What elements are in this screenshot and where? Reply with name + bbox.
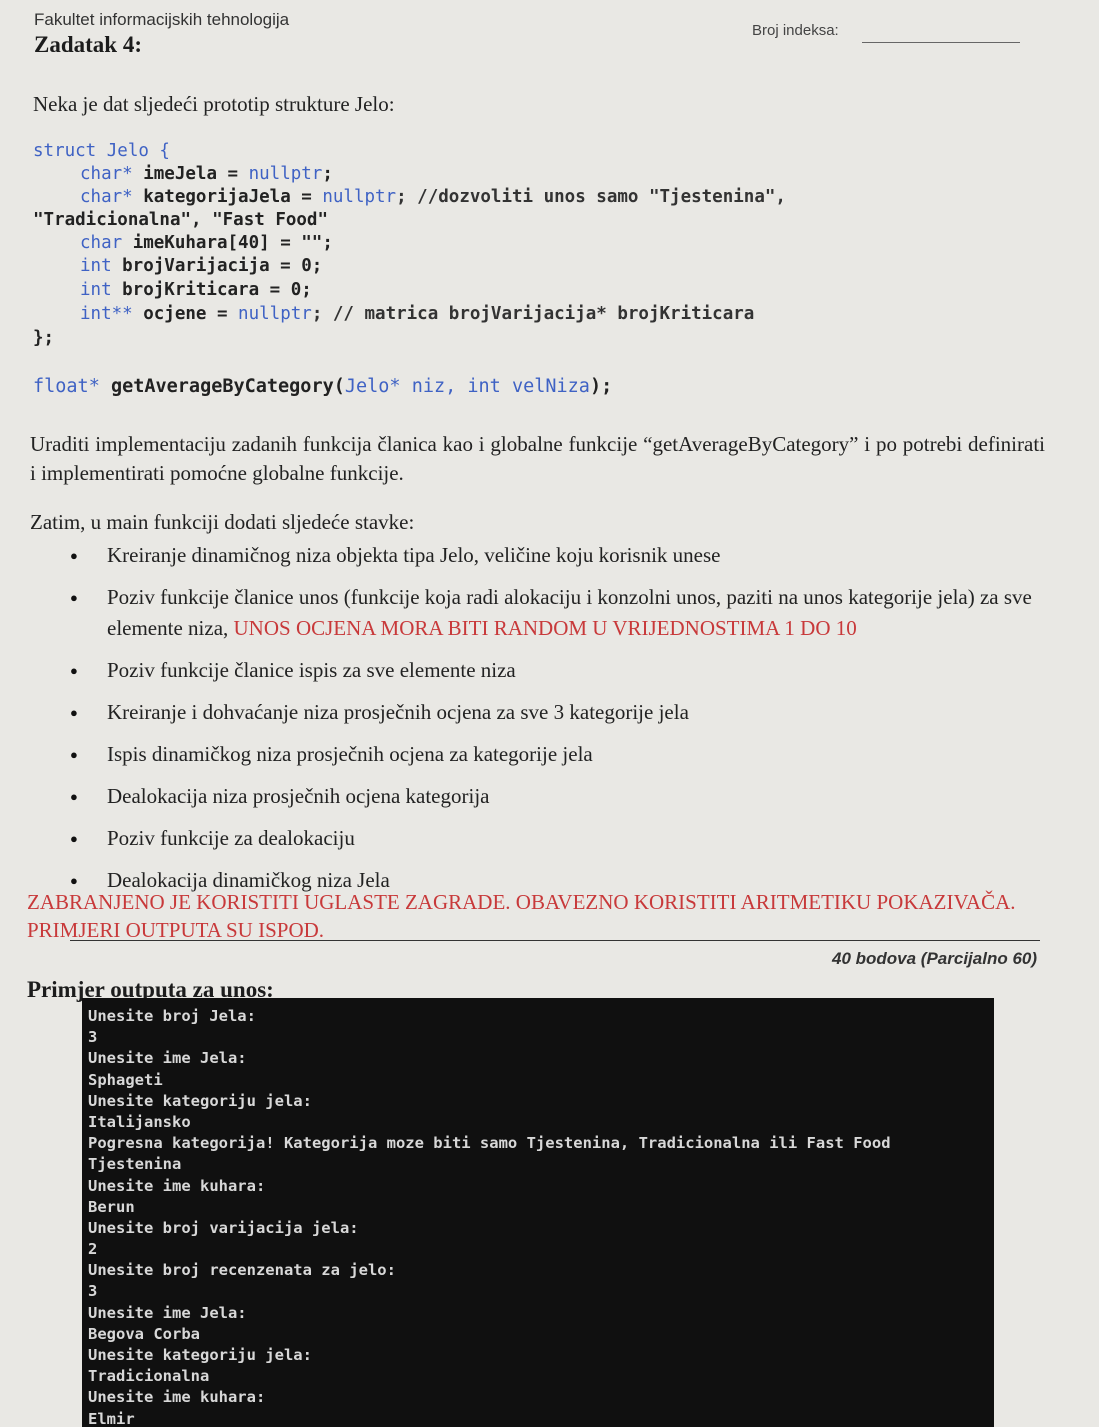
console-line: Begova Corba [88,1324,200,1343]
console-line: Unesite broj varijacija jela: [88,1218,359,1237]
list-item-text: Poziv funkcije članice ispis za sve elem… [107,658,516,682]
code-field-kategorijaJela: char* kategorijaJela = nullptr; //dozvol… [80,187,786,207]
code-keyword: nullptr [238,304,312,324]
divider [70,940,1040,941]
code-comment-continuation: "Tradicionalna", "Fast Food" [33,210,329,230]
list-item-text: Poziv funkcije za dealokaciju [107,826,355,850]
console-line: 2 [88,1240,98,1259]
code-field-imeJela: char* imeJela = nullptr; [80,164,333,184]
code-param: niz, [400,376,468,397]
code-text: kategorijaJela = [132,187,323,207]
code-text: imeKuhara[40] = ""; [122,233,333,253]
list-item-highlight: UNOS OCJENA MORA BITI RANDOM U VRIJEDNOS… [233,616,857,640]
intro-text: Neka je dat sljedeći prototip strukture … [33,92,395,116]
index-number-blank [862,42,1020,43]
console-line: Unesite kategoriju jela: [88,1091,312,1110]
code-field-ocjene: int** ocjene = nullptr; // matrica brojV… [80,304,754,324]
list-item: Kreiranje i dohvaćanje niza prosječnih o… [70,697,1050,728]
console-line: Unesite ime kuhara: [88,1176,266,1195]
code-text: ; [322,164,333,184]
list-item: Poziv funkcije članice unos (funkcije ko… [70,582,1050,644]
console-line: Unesite ime kuhara: [88,1388,266,1407]
code-type: char* [80,187,133,207]
console-line: Unesite kategoriju jela: [88,1346,312,1364]
console-line: Unesite broj recenzenata za jelo: [88,1261,396,1280]
list-item-text: Kreiranje dinamičnog niza objekta tipa J… [107,543,721,567]
console-output: Unesite broj Jela: 3 Unesite ime Jela: S… [82,998,994,1427]
list-item: Poziv funkcije članice ispis za sve elem… [70,655,1050,686]
code-type: Jelo* [344,376,401,397]
task-list: Kreiranje dinamičnog niza objekta tipa J… [70,540,1050,907]
points-label: 40 bodova (Parcijalno 60) [832,949,1038,968]
console-line: 3 [88,1028,98,1047]
faculty-name: Fakultet informacijskih tehnologija [34,10,290,29]
console-line: Unesite ime Jela: [88,1303,247,1322]
index-number-label: Broj indeksa: [752,22,839,39]
code-text: imeJela = [132,164,249,184]
list-item-text: Ispis dinamičkog niza prosječnih ocjena … [107,742,593,766]
requirement-text: Uraditi implementaciju zadanih funkcija … [30,432,1045,485]
code-type: int** [80,304,133,324]
code-text: ocjene = [132,304,239,324]
code-field-imeKuhara: char imeKuhara[40] = ""; [80,233,333,253]
list-item-text: Kreiranje i dohvaćanje niza prosječnih o… [107,700,689,724]
list-item: Poziv funkcije za dealokaciju [70,823,1050,854]
code-text: ); [589,376,613,397]
code-struct-open: struct Jelo { [33,141,170,161]
console-line: Tradicionalna [88,1367,210,1386]
code-text: brojVarijacija = 0; [111,256,323,276]
main-intro-text: Zatim, u main funkciji dodati sljedeće s… [30,510,415,534]
task-title: Zadatak 4: [34,32,142,57]
code-struct-name: Jelo { [96,141,170,161]
code-type: char [80,233,123,253]
console-line: Sphageti [88,1070,163,1089]
code-keyword: struct [33,141,97,161]
console-line: Pogresna kategorija! Kategorija moze bit… [88,1134,891,1153]
console-line: Unesite broj Jela: [88,1007,256,1025]
code-keyword: nullptr [322,187,397,207]
code-type: int [80,280,112,300]
code-text: brojKriticara = 0; [111,280,312,300]
console-line: Elmir [88,1409,135,1427]
code-field-brojKriticara: int brojKriticara = 0; [80,280,312,300]
code-type: int [467,376,501,397]
list-item: Ispis dinamičkog niza prosječnih ocjena … [70,739,1050,770]
code-field-brojVarijacija: int brojVarijacija = 0; [80,256,322,276]
code-keyword: nullptr [248,164,323,184]
list-item-text: Dealokacija niza prosječnih ocjena kateg… [107,784,490,808]
code-param: velNiza [500,376,590,397]
console-line: 3 [88,1282,98,1301]
code-struct-close: }; [33,328,55,348]
code-function-name: getAverageByCategory( [99,376,345,397]
code-function-prototype: float* getAverageByCategory(Jelo* niz, i… [33,376,612,397]
code-comment: ; // matrica brojVarijacija* brojKritica… [311,304,755,324]
console-line: Italijansko [88,1112,191,1131]
code-type: int [80,256,112,276]
code-type: float* [33,376,100,397]
list-item: Dealokacija niza prosječnih ocjena kateg… [70,781,1050,812]
list-item: Kreiranje dinamičnog niza objekta tipa J… [70,540,1050,571]
code-comment: ; //dozvoliti unos samo "Tjestenina", [396,187,786,207]
console-lines: Unesite broj Jela: 3 Unesite ime Jela: S… [88,1006,891,1427]
warning-text: ZABRANJENO JE KORISTITI UGLASTE ZAGRADE.… [27,890,1016,942]
code-type: char* [80,164,133,184]
console-line: Unesite ime Jela: [88,1049,247,1068]
console-line: Tjestenina [88,1155,182,1174]
console-line: Berun [88,1197,135,1216]
